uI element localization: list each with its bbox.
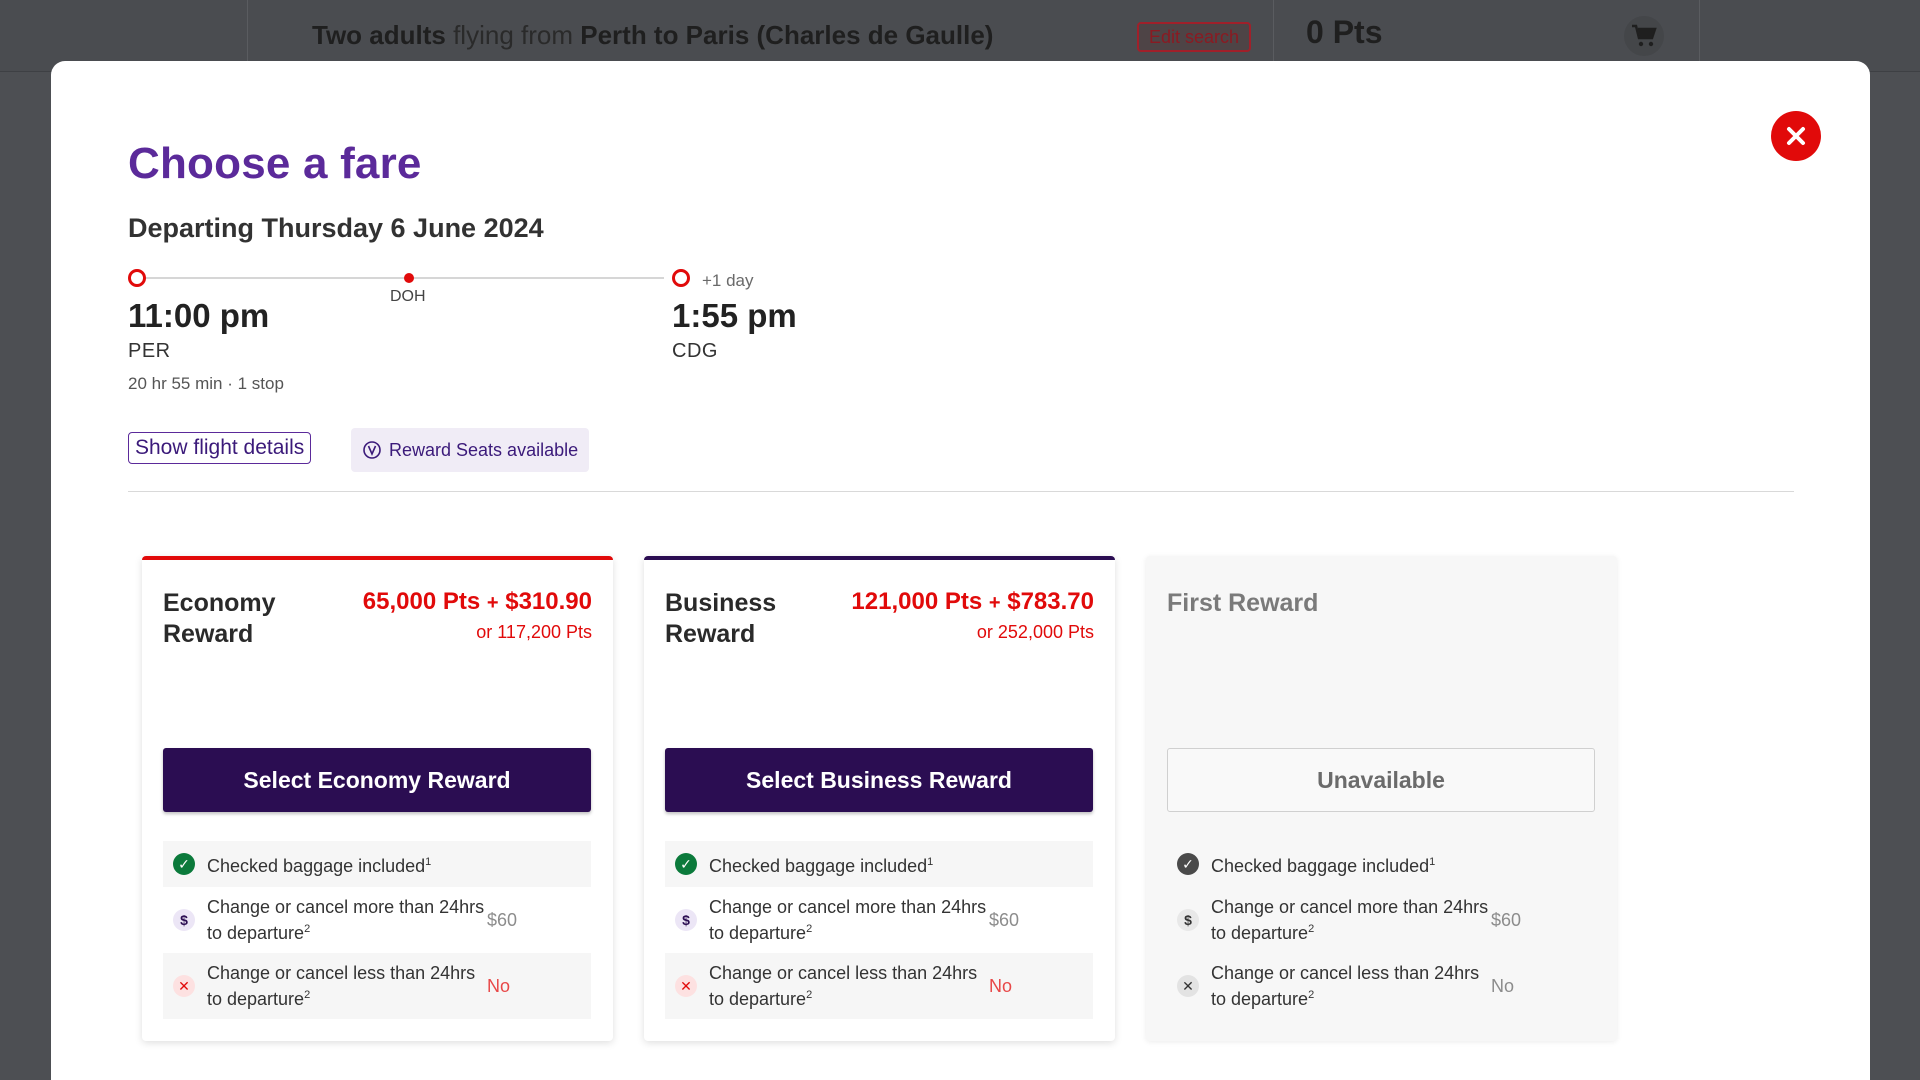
- footnote-marker: 2: [806, 989, 813, 1001]
- search-passengers: Two adults: [312, 20, 446, 50]
- origin-marker: [128, 269, 146, 287]
- footnote-marker: 1: [1429, 856, 1436, 868]
- section-divider: [128, 491, 1794, 492]
- departure-airport: PER: [128, 340, 171, 362]
- search-summary: Two adults flying from Perth to Paris (C…: [312, 20, 993, 51]
- dollar-icon: $: [173, 909, 195, 931]
- fare-cash: $783.70: [1007, 588, 1094, 615]
- cross-icon: ✕: [173, 975, 195, 997]
- feature-value: $60: [1491, 909, 1522, 930]
- flight-duration: 20 hr 55 min · 1 stop: [128, 374, 284, 393]
- fare-price: 65,000 Pts + $310.90 or 117,200 Pts: [363, 588, 592, 643]
- feature-baggage: ✓ Checked baggage included1: [163, 841, 591, 887]
- feature-label: Checked baggage included: [709, 856, 928, 876]
- reward-seats-badge: Reward Seats available: [351, 428, 590, 472]
- feature-label: Change or cancel more than 24hrs to depa…: [1211, 897, 1489, 943]
- feature-value: $60: [989, 909, 1020, 930]
- fare-plus: +: [988, 592, 1001, 614]
- departure-date: Departing Thursday 6 June 2024: [128, 213, 544, 243]
- close-button[interactable]: [1771, 111, 1821, 161]
- feature-value: No: [487, 975, 511, 996]
- choose-fare-modal: Choose a fare Departing Thursday 6 June …: [51, 61, 1870, 1080]
- feature-label: Change or cancel less than 24hrs to depa…: [1211, 963, 1480, 1009]
- feature-change-less: ✕ Change or cancel less than 24hrs to de…: [1167, 953, 1595, 1019]
- fare-points: 65,000 Pts: [362, 588, 481, 615]
- fare-cash: $310.90: [505, 588, 592, 615]
- footnote-marker: 2: [304, 989, 311, 1001]
- dollar-icon: $: [675, 909, 697, 931]
- departure-time: 11:00 pm: [128, 297, 270, 334]
- check-circle-icon: ✓: [173, 853, 195, 875]
- footnote-marker: 2: [806, 923, 813, 935]
- footnote-marker: 2: [1308, 989, 1315, 1001]
- fare-points: 121,000 Pts: [851, 588, 983, 615]
- fare-name: Business Reward: [665, 589, 777, 648]
- footnote-marker: 1: [927, 856, 934, 868]
- reward-seat-icon: [363, 441, 381, 459]
- fare-alt-price: or 117,200 Pts: [476, 622, 592, 642]
- cross-icon: ✕: [1177, 975, 1199, 997]
- dollar-icon: $: [1177, 909, 1199, 931]
- select-business-button[interactable]: Select Business Reward: [665, 748, 1093, 812]
- check-circle-icon: ✓: [1177, 853, 1199, 875]
- feature-label: Change or cancel more than 24hrs to depa…: [709, 897, 987, 943]
- cart-icon: [1632, 24, 1657, 47]
- feature-change-more: $ Change or cancel more than 24hrs to de…: [163, 887, 591, 953]
- stop-marker: [404, 273, 414, 283]
- fare-plus: +: [486, 592, 499, 614]
- cart-button[interactable]: [1624, 16, 1664, 56]
- cross-icon: ✕: [675, 975, 697, 997]
- show-flight-details-button[interactable]: Show flight details: [128, 432, 312, 464]
- fare-price: 121,000 Pts + $783.70 or 252,000 Pts: [851, 588, 1094, 643]
- feature-value: No: [989, 975, 1013, 996]
- close-icon: [1787, 127, 1805, 145]
- fare-card-economy: Economy Reward 65,000 Pts + $310.90 or 1…: [142, 556, 613, 1041]
- route-line: [137, 277, 664, 279]
- feature-change-more: $ Change or cancel more than 24hrs to de…: [665, 887, 1093, 953]
- fare-card-first: First Reward Unavailable ✓ Checked bagga…: [1146, 556, 1617, 1041]
- unavailable-button: Unavailable: [1167, 748, 1595, 812]
- feature-change-less: ✕ Change or cancel less than 24hrs to de…: [665, 953, 1093, 1019]
- plus-day-label: +1 day: [702, 271, 754, 290]
- feature-label: Checked baggage included: [207, 856, 426, 876]
- feature-label: Checked baggage included: [1211, 856, 1430, 876]
- fare-name: Economy Reward: [163, 589, 276, 648]
- footnote-marker: 2: [1308, 923, 1315, 935]
- reward-seats-label: Reward Seats available: [389, 439, 579, 460]
- select-economy-button[interactable]: Select Economy Reward: [163, 748, 591, 812]
- destination-marker: [672, 269, 690, 287]
- feature-change-more: $ Change or cancel more than 24hrs to de…: [1167, 887, 1595, 953]
- feature-label: Change or cancel less than 24hrs to depa…: [207, 963, 476, 1009]
- feature-value: No: [1491, 975, 1515, 996]
- feature-baggage: ✓ Checked baggage included1: [1167, 841, 1595, 887]
- edit-search-button[interactable]: Edit search: [1137, 22, 1251, 52]
- search-route: Perth to Paris (Charles de Gaulle): [580, 20, 994, 50]
- modal-title: Choose a fare: [128, 139, 422, 188]
- stop-code: DOH: [390, 288, 426, 305]
- search-connector: flying from: [445, 20, 581, 50]
- feature-label: Change or cancel less than 24hrs to depa…: [709, 963, 978, 1009]
- fare-name: First Reward: [1167, 589, 1319, 617]
- check-circle-icon: ✓: [675, 853, 697, 875]
- feature-label: Change or cancel more than 24hrs to depa…: [207, 897, 485, 943]
- feature-change-less: ✕ Change or cancel less than 24hrs to de…: [163, 953, 591, 1019]
- footnote-marker: 2: [304, 923, 311, 935]
- arrival-airport: CDG: [672, 340, 718, 362]
- fare-alt-price: or 252,000 Pts: [976, 622, 1094, 642]
- feature-value: $60: [487, 909, 518, 930]
- feature-baggage: ✓ Checked baggage included1: [665, 841, 1093, 887]
- points-balance: 0 Pts: [1306, 14, 1383, 50]
- fare-card-business: Business Reward 121,000 Pts + $783.70 or…: [644, 556, 1115, 1041]
- arrival-time: 1:55 pm: [672, 297, 797, 334]
- footnote-marker: 1: [425, 856, 432, 868]
